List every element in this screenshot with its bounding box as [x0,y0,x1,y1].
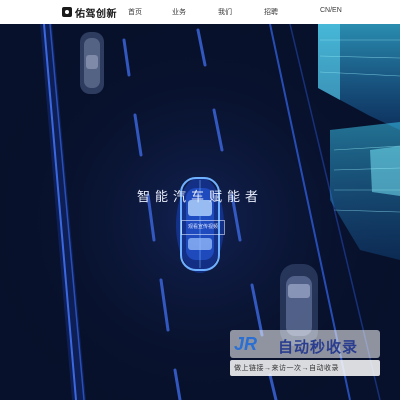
car-icon [80,32,104,94]
watermark-logo: JR [234,334,258,354]
brand-logo-icon [62,7,72,17]
top-navigation: 佑驾创新 首页 业务 我们 招聘 CN/EN [0,0,400,24]
hero-title: 智能汽车赋能者 [136,189,263,204]
watch-video-button[interactable]: 观看宣传视频 [181,220,225,235]
watermark-slogan: 做上链接→来访一次→自动收录 [234,365,339,372]
watermark-slogan-bar: 做上链接→来访一次→自动收录 [230,360,380,376]
nav-home[interactable]: 首页 [128,7,142,17]
nav-jobs[interactable]: 招聘 [264,7,278,17]
page: 佑驾创新 首页 业务 我们 招聘 CN/EN 智能汽车赋能者 观看宣传视频 JR… [0,0,400,400]
nav-about[interactable]: 我们 [218,7,232,17]
watermark-banner: JR 自动秒收录 [230,330,380,358]
watermark-title: 自动秒收录 [278,339,359,356]
brand-logo[interactable]: 佑驾创新 [62,5,117,20]
brand-name: 佑驾创新 [75,8,117,20]
language-switch[interactable]: CN/EN [320,7,342,14]
nav-business[interactable]: 业务 [172,7,186,17]
watermark: JR 自动秒收录 做上链接→来访一次→自动收录 [230,330,380,378]
